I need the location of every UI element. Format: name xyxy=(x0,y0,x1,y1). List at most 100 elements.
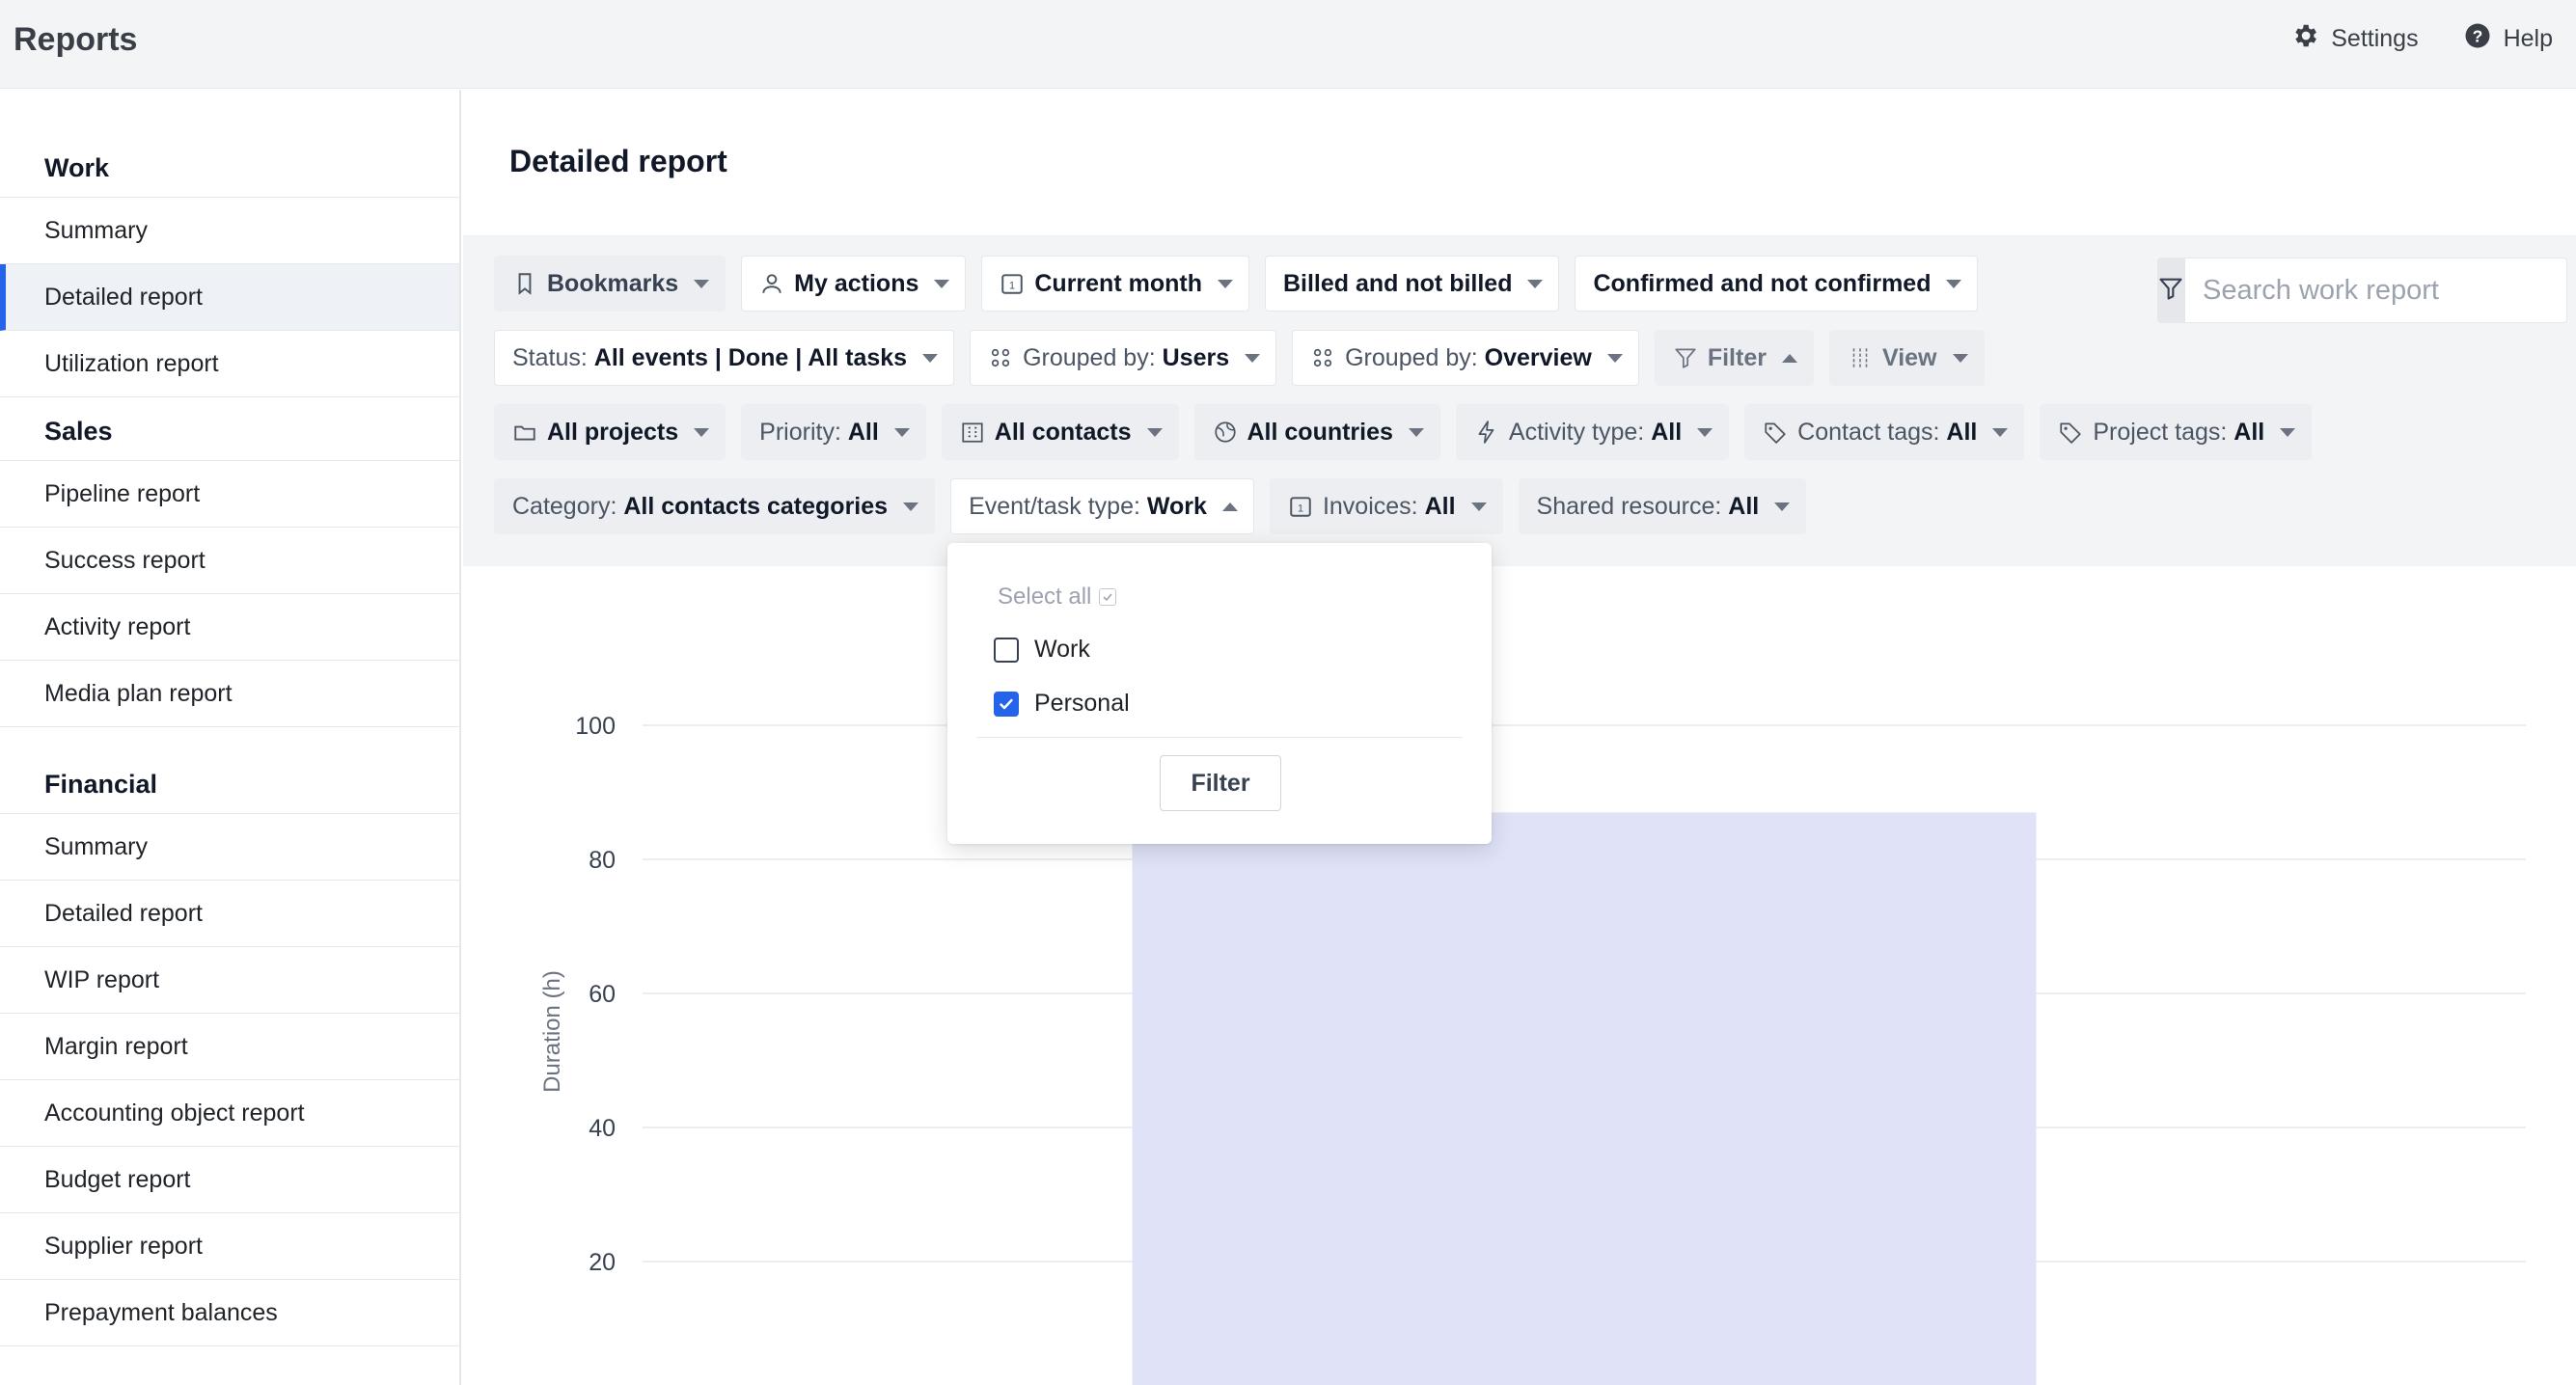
status-dropdown[interactable]: Status: All events | Done | All tasks xyxy=(494,330,955,386)
chevron-down-icon xyxy=(1992,427,2009,437)
topbar-actions: Settings ? Help xyxy=(2290,21,2553,57)
invoices-label: Invoices: xyxy=(1322,492,1418,520)
grouped-by-overview-dropdown[interactable]: Grouped by: Overview xyxy=(1292,330,1639,386)
all-contacts-dropdown[interactable]: All contacts xyxy=(941,404,1179,460)
all-countries-label: All countries xyxy=(1247,418,1393,446)
project-tags-dropdown[interactable]: Project tags: All xyxy=(2040,404,2313,460)
menu-divider xyxy=(976,737,1463,738)
view-dropdown[interactable]: View xyxy=(1828,330,1985,386)
building-icon xyxy=(960,420,985,445)
priority-dropdown[interactable]: Priority: All xyxy=(741,404,926,460)
billed-label: Billed and not billed xyxy=(1282,269,1513,297)
help-button[interactable]: ? Help xyxy=(2463,21,2553,57)
y-tick-label: 20 xyxy=(589,1249,616,1276)
sidebar-item-accounting-object-report[interactable]: Accounting object report xyxy=(0,1080,459,1147)
chevron-down-icon xyxy=(694,427,710,437)
chevron-down-icon xyxy=(694,279,710,288)
chevron-down-icon xyxy=(893,427,910,437)
option-work[interactable]: Work xyxy=(994,636,1090,664)
chevron-up-icon xyxy=(1221,502,1238,511)
y-axis-label: Duration (h) xyxy=(539,970,565,1093)
y-tick-label: 40 xyxy=(589,1115,616,1142)
sidebar-item-media-plan-report[interactable]: Media plan report xyxy=(0,661,459,727)
sidebar-item-work-summary[interactable]: Summary xyxy=(0,198,459,264)
sidebar-item-supplier-report[interactable]: Supplier report xyxy=(0,1213,459,1280)
event-task-type-label: Event/task type: xyxy=(969,492,1140,520)
search-box xyxy=(2157,258,2567,323)
search-input[interactable] xyxy=(2184,258,2567,323)
lightning-icon xyxy=(1474,420,1499,445)
y-tick-label: 80 xyxy=(589,847,616,874)
event-task-type-value: Work xyxy=(1146,492,1207,520)
all-projects-dropdown[interactable]: All projects xyxy=(494,404,726,460)
contact-tags-label: Contact tags: xyxy=(1797,418,1940,446)
activity-type-dropdown[interactable]: Activity type: All xyxy=(1455,404,1730,460)
sidebar-item-wip-report[interactable]: WIP report xyxy=(0,947,459,1014)
shared-resource-label: Shared resource: xyxy=(1536,492,1722,520)
gear-icon xyxy=(2290,21,2319,57)
shared-resource-dropdown[interactable]: Shared resource: All xyxy=(1518,478,1807,534)
project-tags-value: All xyxy=(2233,418,2265,446)
apply-filter-button[interactable]: Filter xyxy=(1160,755,1281,811)
sidebar-section-financial: Financial xyxy=(0,727,459,814)
billed-dropdown[interactable]: Billed and not billed xyxy=(1264,256,1560,312)
option-personal-label: Personal xyxy=(1034,690,1130,717)
svg-text:1: 1 xyxy=(1298,502,1303,514)
chevron-down-icon xyxy=(1527,279,1544,288)
calendar-icon: 1 xyxy=(1000,271,1025,296)
contact-tags-value: All xyxy=(1946,418,1978,446)
check-icon xyxy=(1000,698,1013,709)
invoices-dropdown[interactable]: 1 Invoices: All xyxy=(1269,478,1503,534)
filter-toggle[interactable]: Filter xyxy=(1654,330,1814,386)
sidebar-item-margin-report[interactable]: Margin report xyxy=(0,1014,459,1080)
sidebar-item-utilization-report[interactable]: Utilization report xyxy=(0,331,459,397)
confirmed-dropdown[interactable]: Confirmed and not confirmed xyxy=(1575,256,1979,312)
chevron-down-icon xyxy=(934,279,950,288)
project-tags-label: Project tags: xyxy=(2093,418,2228,446)
all-contacts-label: All contacts xyxy=(994,418,1132,446)
event-task-type-menu: Select all Work Personal Filter xyxy=(947,543,1492,844)
app-title: Reports xyxy=(14,21,138,58)
sidebar-item-budget-report[interactable]: Budget report xyxy=(0,1147,459,1213)
settings-button[interactable]: Settings xyxy=(2290,21,2419,57)
contact-tags-dropdown[interactable]: Contact tags: All xyxy=(1744,404,2025,460)
event-task-type-dropdown[interactable]: Event/task type: Work xyxy=(950,478,1254,534)
work-checkbox[interactable] xyxy=(994,637,1019,663)
current-month-dropdown[interactable]: 1 Current month xyxy=(981,256,1249,312)
sidebar-item-financial-summary[interactable]: Summary xyxy=(0,814,459,881)
option-personal[interactable]: Personal xyxy=(994,690,1130,718)
sidebar-item-financial-detailed-report[interactable]: Detailed report xyxy=(0,881,459,947)
filters-area: Bookmarks My actions 1 Current month Bil… xyxy=(463,236,2576,566)
category-dropdown[interactable]: Category: All contacts categories xyxy=(494,478,936,534)
chart-area: 020406080100Duration (h)Sophie Smith xyxy=(463,566,2576,1385)
sidebar-item-pipeline-report[interactable]: Pipeline report xyxy=(0,461,459,528)
category-value: All contacts categories xyxy=(623,492,889,520)
sidebar-item-work-detailed-report[interactable]: Detailed report xyxy=(0,264,459,331)
filter-row-4: Category: All contacts categories Event/… xyxy=(494,478,1807,534)
all-countries-dropdown[interactable]: All countries xyxy=(1193,404,1440,460)
category-label: Category: xyxy=(512,492,617,520)
status-value: All events | Done | All tasks xyxy=(593,343,908,371)
chevron-down-icon xyxy=(1774,502,1791,511)
activity-type-value: All xyxy=(1651,418,1683,446)
activity-type-label: Activity type: xyxy=(1508,418,1645,446)
bookmarks-dropdown[interactable]: Bookmarks xyxy=(494,256,726,312)
my-actions-dropdown[interactable]: My actions xyxy=(741,256,967,312)
sidebar-item-prepayment-balances[interactable]: Prepayment balances xyxy=(0,1280,459,1346)
grouped-by-users-dropdown[interactable]: Grouped by: Users xyxy=(970,330,1277,386)
select-all-option[interactable]: Select all xyxy=(998,584,1117,611)
personal-checkbox[interactable] xyxy=(994,691,1019,717)
shared-resource-value: All xyxy=(1728,492,1760,520)
select-all-checkbox[interactable] xyxy=(1099,588,1117,606)
sidebar-item-activity-report[interactable]: Activity report xyxy=(0,594,459,661)
sidebar-item-success-report[interactable]: Success report xyxy=(0,528,459,594)
settings-label: Settings xyxy=(2331,25,2419,52)
grouped-by-label: Grouped by: xyxy=(1345,343,1478,371)
top-bar: Reports Settings ? Help xyxy=(0,0,2576,89)
grid-icon xyxy=(1310,345,1335,370)
search-filter-button[interactable] xyxy=(2157,258,2184,323)
help-icon: ? xyxy=(2463,21,2492,57)
svg-text:?: ? xyxy=(2472,26,2482,45)
chevron-down-icon xyxy=(1470,502,1487,511)
funnel-icon xyxy=(1673,345,1698,370)
